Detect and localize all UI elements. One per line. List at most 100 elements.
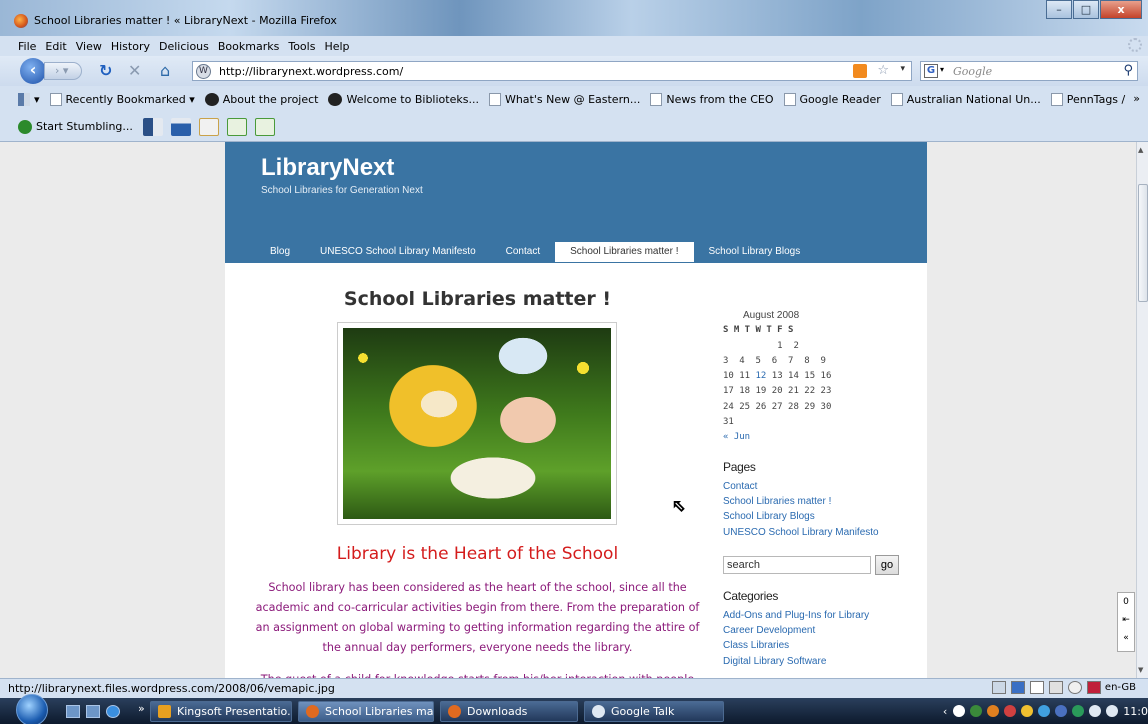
bookmarks-menu-button[interactable]: ▾ xyxy=(18,92,40,106)
side-widget[interactable]: 0 ⇤ « xyxy=(1117,592,1135,652)
scroll-up-icon[interactable]: ▲ xyxy=(1138,146,1143,154)
clock[interactable]: 11:0 xyxy=(1123,705,1148,718)
home-icon[interactable]: ⌂ xyxy=(160,62,170,80)
ie-icon[interactable] xyxy=(106,705,120,718)
search-placeholder[interactable]: Google xyxy=(953,65,992,78)
start-stumbling-button[interactable]: Start Stumbling... xyxy=(36,120,133,133)
calendar-prev-link[interactable]: « Jun xyxy=(723,430,923,445)
bookmark-item[interactable]: Welcome to Biblioteks... xyxy=(328,92,479,106)
task-google-talk[interactable]: Google Talk xyxy=(584,701,724,722)
tray-expand-icon[interactable]: ‹ xyxy=(943,705,947,718)
stumbleupon-logo-icon[interactable] xyxy=(18,119,32,134)
tray-app-icon[interactable] xyxy=(953,705,966,717)
close-button[interactable]: x xyxy=(1100,0,1142,19)
flag-icon[interactable] xyxy=(1086,681,1101,694)
double-left-icon[interactable]: « xyxy=(1118,629,1134,647)
network-icon[interactable] xyxy=(1089,705,1102,717)
tray-app-icon[interactable] xyxy=(1055,705,1068,717)
scroll-down-icon[interactable]: ▼ xyxy=(1138,666,1143,674)
minimize-button[interactable]: – xyxy=(1046,0,1072,19)
nav-unesco-manifesto[interactable]: UNESCO School Library Manifesto xyxy=(305,242,491,262)
address-bar[interactable]: W http://librarynext.wordpress.com/ ☆ ▾ xyxy=(192,61,912,81)
menu-tools[interactable]: Tools xyxy=(288,40,315,53)
nav-school-library-blogs[interactable]: School Library Blogs xyxy=(694,242,816,262)
addon-icon[interactable] xyxy=(991,681,1006,694)
blog-search-input[interactable]: search xyxy=(723,555,871,574)
task-firefox[interactable]: School Libraries mat... xyxy=(298,701,434,722)
mail-icon[interactable] xyxy=(1029,681,1044,694)
stop-icon[interactable]: ✕ xyxy=(128,62,141,80)
bookmark-item[interactable]: News from the CEO xyxy=(650,92,774,106)
vertical-scrollbar[interactable]: ▲ ▼ xyxy=(1136,142,1148,678)
task-kingsoft[interactable]: Kingsoft Presentatio... xyxy=(150,701,292,722)
forward-button[interactable]: › ▾ xyxy=(44,62,82,80)
menu-history[interactable]: History xyxy=(111,40,150,53)
url-text[interactable]: http://librarynext.wordpress.com/ xyxy=(219,65,403,78)
volume-icon[interactable] xyxy=(1106,705,1119,717)
window-icon[interactable] xyxy=(142,117,163,136)
menu-bookmarks[interactable]: Bookmarks xyxy=(218,40,279,53)
google-engine-icon[interactable]: G xyxy=(924,64,938,78)
nav-contact[interactable]: Contact xyxy=(491,242,555,262)
task-downloads[interactable]: Downloads xyxy=(440,701,578,722)
category-link[interactable]: Digital Library Software xyxy=(723,654,923,669)
tray-app-icon[interactable] xyxy=(1004,705,1017,717)
calendar-day-link[interactable]: 12 xyxy=(756,371,767,381)
go-button[interactable]: go xyxy=(875,554,899,575)
site-identity-icon[interactable]: W xyxy=(196,64,211,79)
menu-view[interactable]: View xyxy=(76,40,102,53)
tray-app-icon[interactable] xyxy=(1021,705,1034,717)
blog-title[interactable]: LibraryNext xyxy=(261,154,394,182)
bookmark-item[interactable]: What's New @ Eastern... xyxy=(488,92,640,106)
back-button[interactable]: ‹ xyxy=(20,58,46,84)
gp-icon[interactable] xyxy=(1048,681,1063,694)
category-link[interactable]: Career Development xyxy=(723,623,923,638)
grid-icon[interactable] xyxy=(1010,681,1025,694)
maximize-button[interactable]: □ xyxy=(1073,0,1099,19)
menu-help[interactable]: Help xyxy=(324,40,349,53)
nav-school-libraries-matter[interactable]: School Libraries matter ! xyxy=(555,242,694,262)
nav-blog[interactable]: Blog xyxy=(255,242,305,262)
reload-icon[interactable]: ↻ xyxy=(99,62,112,80)
notes-icon[interactable] xyxy=(198,117,219,136)
tray-app-icon[interactable] xyxy=(1038,705,1051,717)
rss-feed-icon[interactable] xyxy=(853,64,867,78)
switch-windows-icon[interactable] xyxy=(86,705,100,718)
tray-app-icon[interactable] xyxy=(1072,705,1085,717)
tray-app-icon[interactable] xyxy=(987,705,1000,717)
url-dropdown-icon[interactable]: ▾ xyxy=(900,64,905,74)
page-link-school-libraries-matter[interactable]: School Libraries matter ! xyxy=(723,494,923,509)
tray-app-icon[interactable] xyxy=(970,705,983,717)
collapse-icon[interactable]: ⇤ xyxy=(1118,611,1134,629)
add-page-icon[interactable] xyxy=(254,117,275,136)
bookmark-item[interactable]: Australian National Un... xyxy=(890,92,1041,106)
bookmark-item[interactable]: PennTags / xyxy=(1050,92,1125,106)
bookmark-item[interactable]: About the project xyxy=(204,92,318,106)
recently-bookmarked[interactable]: Recently Bookmarked ▾ xyxy=(49,92,195,106)
menu-delicious[interactable]: Delicious xyxy=(159,40,209,53)
bookmark-item[interactable]: Google Reader xyxy=(783,92,881,106)
menu-file[interactable]: File xyxy=(18,40,36,53)
page-link-unesco-manifesto[interactable]: UNESCO School Library Manifesto xyxy=(723,525,923,540)
start-button-icon[interactable] xyxy=(16,694,48,724)
engine-dropdown-icon[interactable]: ▾ xyxy=(940,65,944,74)
search-bar[interactable]: G ▾ Google ⚲ xyxy=(920,61,1138,81)
bookmark-star-icon[interactable]: ☆ xyxy=(877,63,889,78)
page-link-contact[interactable]: Contact xyxy=(723,479,923,494)
category-link[interactable]: Add-Ons and Plug-Ins for Library xyxy=(723,608,923,623)
pin-icon[interactable] xyxy=(1067,681,1082,694)
sidebar-icon[interactable] xyxy=(170,117,191,136)
show-desktop-icon[interactable] xyxy=(66,705,80,718)
search-icon[interactable]: ⚲ xyxy=(1123,63,1133,78)
page-link-school-library-blogs[interactable]: School Library Blogs xyxy=(723,509,923,524)
bookmarks-overflow-chevron[interactable]: » xyxy=(1133,92,1140,105)
menu-edit[interactable]: Edit xyxy=(45,40,66,53)
bookmark-label: News from the CEO xyxy=(666,92,774,106)
quick-launch-more[interactable]: » xyxy=(138,702,145,715)
add-green-icon[interactable] xyxy=(226,117,247,136)
category-link[interactable]: Class Libraries xyxy=(723,638,923,653)
language-indicator[interactable]: en-GB xyxy=(1105,682,1136,693)
firefox-icon xyxy=(14,14,28,28)
scrollbar-thumb[interactable] xyxy=(1138,184,1148,302)
post-image[interactable] xyxy=(337,322,617,525)
